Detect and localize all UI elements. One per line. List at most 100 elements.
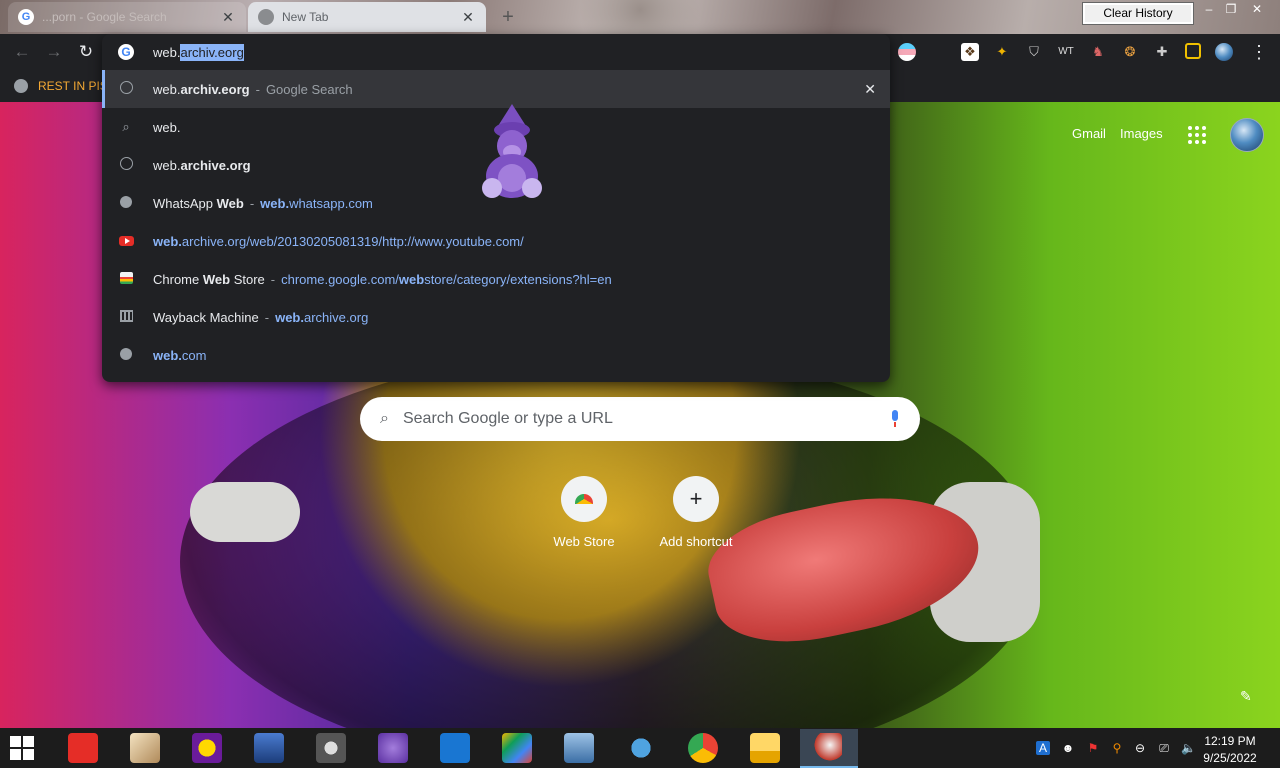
profile-avatar[interactable] bbox=[1215, 43, 1233, 61]
rocket-icon[interactable] bbox=[812, 733, 842, 763]
omnibox-suggestion[interactable]: Wayback Machine - web.archive.org bbox=[102, 298, 890, 336]
bonzi-buddy-icon[interactable] bbox=[378, 733, 408, 763]
omnibox-suggestion[interactable]: Chrome Web Store - chrome.google.com/webst… bbox=[102, 260, 890, 298]
tab-new-tab[interactable]: New Tab ✕ bbox=[248, 2, 486, 32]
suggestion-separator: - bbox=[249, 195, 255, 211]
extensions-puzzle-icon[interactable]: ✚ bbox=[1153, 43, 1171, 61]
new-tab-button[interactable]: + bbox=[497, 6, 519, 28]
gears-icon[interactable] bbox=[626, 733, 656, 763]
history-icon bbox=[118, 81, 134, 97]
plus-icon: + bbox=[673, 476, 719, 522]
museum-icon bbox=[118, 309, 134, 325]
suggestion-text: Chrome Web Store - chrome.google.com/webst… bbox=[153, 272, 612, 287]
suggestion-title-part: Web bbox=[216, 195, 244, 211]
chrome-menu-button[interactable]: ⋮ bbox=[1250, 42, 1268, 62]
suggestion-url-part: web. bbox=[153, 233, 182, 249]
background-glove-left bbox=[190, 482, 300, 542]
sparkle-extension-icon[interactable]: ✦ bbox=[993, 43, 1011, 61]
minimize-button[interactable]: – bbox=[1198, 2, 1220, 18]
suggestion-title-part: archiv.eorg bbox=[180, 81, 250, 97]
suggestion-secondary: Google Search bbox=[265, 81, 353, 97]
film-reel-icon[interactable] bbox=[316, 733, 346, 763]
omnibox-input-row[interactable]: G web.archiv.eorg bbox=[102, 34, 890, 70]
shield-extension-icon[interactable]: ⛉ bbox=[1025, 43, 1043, 61]
suggestion-title-part: WhatsApp bbox=[153, 195, 217, 211]
sidepanel-icon[interactable] bbox=[1185, 43, 1201, 59]
file-explorer-icon[interactable] bbox=[750, 733, 780, 763]
suggestion-url-part: chrome.google.com/ bbox=[281, 271, 399, 287]
character-extension-icon[interactable]: ♞ bbox=[1089, 43, 1107, 61]
paw-extension-icon[interactable]: ❖ bbox=[961, 43, 979, 61]
shortcut-label: Web Store bbox=[553, 534, 615, 549]
ntp-search-box[interactable]: ⌕ Search Google or type a URL bbox=[360, 397, 920, 441]
suggestion-title-part: web. bbox=[153, 119, 181, 135]
suggestion-separator: - bbox=[255, 81, 260, 97]
minus-circle-tray-icon[interactable]: ⊖ bbox=[1133, 741, 1147, 755]
clock-date[interactable]: 9/25/2022 bbox=[1200, 751, 1260, 765]
gmail-link[interactable]: Gmail bbox=[1072, 126, 1106, 141]
cookie-extension-icon[interactable]: ❂ bbox=[1121, 43, 1139, 61]
omnibox-suggestion[interactable]: web.archive.org/web/20130205081319/http:… bbox=[102, 222, 890, 260]
suggestion-title-part: web. bbox=[153, 157, 181, 173]
shortcut-add[interactable]: + Add shortcut bbox=[640, 476, 752, 549]
suggestion-url-part: web bbox=[398, 271, 425, 287]
google-apps-icon[interactable] bbox=[1188, 126, 1206, 144]
omnibox-suggestion[interactable]: web.com bbox=[102, 336, 890, 374]
bookmark-item[interactable]: REST IN PISS bbox=[14, 76, 116, 96]
back-button[interactable]: ← bbox=[12, 42, 32, 62]
globe-icon bbox=[118, 195, 134, 211]
suggestion-text: Wayback Machine - web.archive.org bbox=[153, 310, 368, 325]
omnibox-suggestion[interactable]: web.archiv.eorg - Google Search ✕ bbox=[102, 70, 890, 108]
search-tray-icon[interactable]: ⚲ bbox=[1110, 741, 1124, 755]
bluestacks-icon[interactable] bbox=[502, 733, 532, 763]
suggestion-url-part: web. bbox=[153, 347, 182, 363]
images-link[interactable]: Images bbox=[1120, 126, 1163, 141]
youtube-icon[interactable] bbox=[68, 733, 98, 763]
flag-tray-icon[interactable]: ⚑ bbox=[1086, 741, 1100, 755]
volume-icon[interactable]: 🔈 bbox=[1181, 741, 1196, 755]
trans-flag-extension-icon[interactable] bbox=[898, 43, 916, 61]
characters-tray-icon[interactable]: ☻ bbox=[1061, 741, 1075, 755]
reload-button[interactable]: ↻ bbox=[76, 42, 96, 62]
clear-history-button[interactable]: Clear History bbox=[1082, 2, 1194, 25]
drive-icon[interactable] bbox=[254, 733, 284, 763]
close-tab-icon[interactable]: ✕ bbox=[460, 9, 476, 26]
chrome-icon[interactable] bbox=[688, 733, 718, 763]
restore-button[interactable]: ❐ bbox=[1220, 2, 1242, 18]
suggestion-separator: - bbox=[270, 271, 276, 287]
suggestion-text: WhatsApp Web - web.whatsapp.com bbox=[153, 196, 373, 211]
suggestion-url-part: com bbox=[181, 347, 207, 363]
account-avatar[interactable] bbox=[1230, 118, 1264, 152]
language-a-icon[interactable]: A bbox=[1036, 741, 1050, 755]
customize-pencil-icon[interactable]: ✎ bbox=[1240, 688, 1252, 705]
windows-start-icon[interactable] bbox=[10, 736, 34, 760]
wt-extension-icon[interactable]: WT bbox=[1057, 43, 1075, 61]
clock-time[interactable]: 12:19 PM bbox=[1200, 734, 1260, 748]
remove-suggestion-icon[interactable]: ✕ bbox=[864, 81, 876, 98]
shortcut-web-store[interactable]: Web Store bbox=[528, 476, 640, 549]
globe-icon bbox=[118, 347, 134, 363]
microphone-icon[interactable] bbox=[890, 410, 900, 428]
tab-google-search[interactable]: G ...porn - Google Search ✕ bbox=[8, 2, 246, 32]
suggestion-text: web.archive.org bbox=[153, 158, 251, 173]
suggestion-title-part: web. bbox=[153, 81, 181, 97]
arc-app-icon[interactable] bbox=[440, 733, 470, 763]
suggestion-separator: - bbox=[264, 309, 270, 325]
close-window-button[interactable]: ✕ bbox=[1246, 2, 1268, 18]
yahoo-messenger-icon[interactable] bbox=[192, 733, 222, 763]
suggestion-title-part: Web bbox=[202, 271, 231, 287]
forward-button[interactable]: → bbox=[44, 42, 64, 62]
suggestion-text: web.archive.org/web/20130205081319/http:… bbox=[153, 234, 524, 249]
close-tab-icon[interactable]: ✕ bbox=[220, 9, 236, 26]
bonzi-buddy-character[interactable] bbox=[476, 104, 548, 204]
suggestion-url-part: web. bbox=[260, 195, 290, 211]
network-computer-icon[interactable] bbox=[564, 733, 594, 763]
search-icon: ⌕ bbox=[122, 119, 130, 134]
omnibox-input[interactable]: web.archiv.eorg bbox=[153, 43, 244, 61]
suggestion-text: web.archiv.eorg - Google Search bbox=[153, 82, 353, 97]
mail-app-icon[interactable] bbox=[130, 733, 160, 763]
chrome-web-store-icon bbox=[118, 271, 134, 287]
typed-text: web. bbox=[153, 44, 181, 60]
network-icon[interactable]: ⎚ bbox=[1157, 741, 1171, 755]
google-icon: G bbox=[18, 9, 34, 25]
